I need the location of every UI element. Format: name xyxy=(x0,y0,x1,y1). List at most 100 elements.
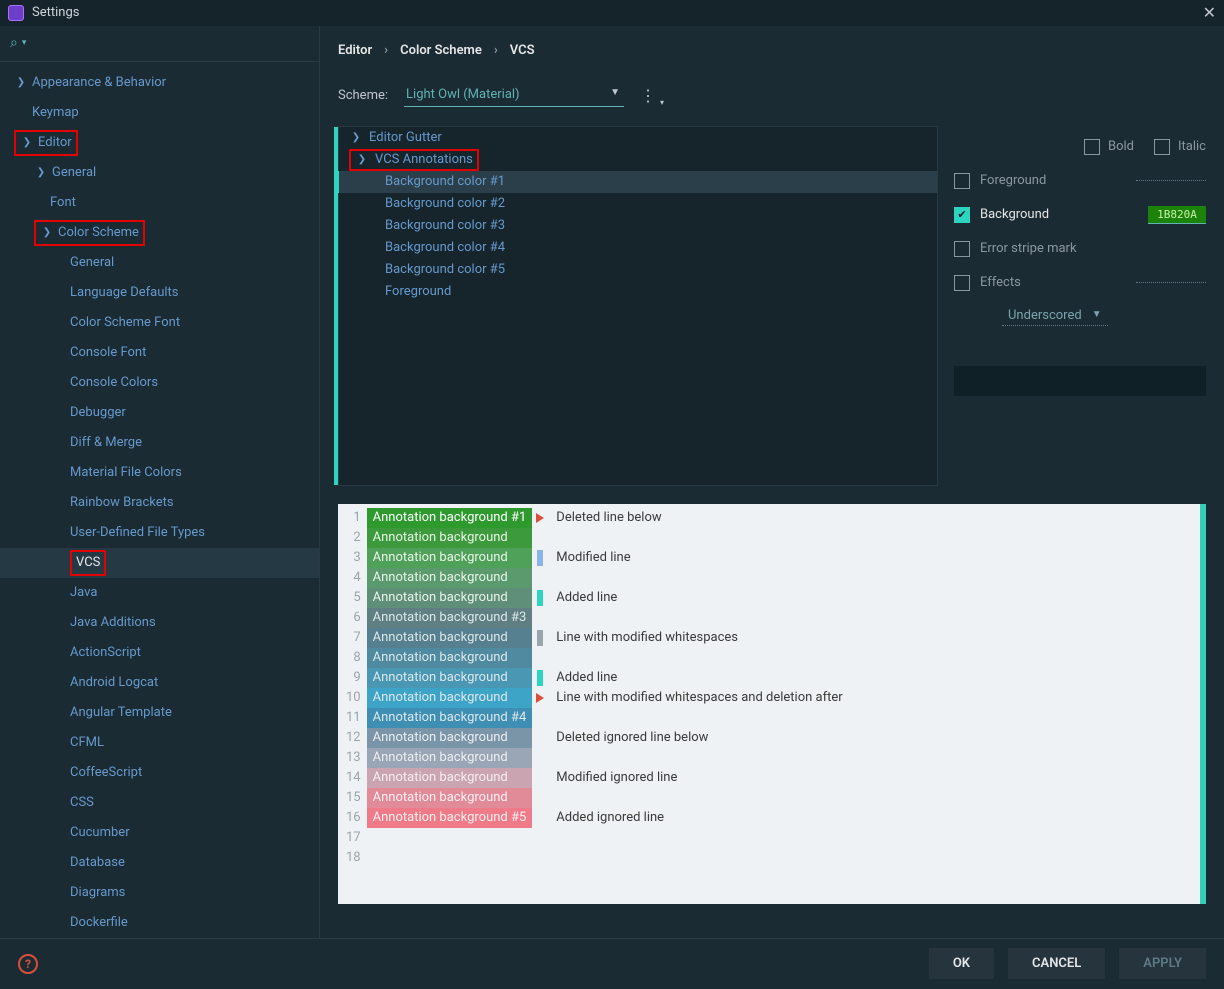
breadcrumb-item[interactable]: Color Scheme xyxy=(400,43,482,58)
background-checkbox[interactable]: ✔ xyxy=(954,207,970,223)
line-number: 17 xyxy=(346,828,361,848)
ok-button[interactable]: OK xyxy=(929,948,994,979)
attr-tree-row[interactable]: Background color #1 xyxy=(339,171,937,193)
settings-tree[interactable]: ❯Appearance & BehaviorKeymap❯Editor❯Gene… xyxy=(0,62,319,938)
annotation-cell: Annotation background xyxy=(367,668,533,688)
sidebar-item[interactable]: Color Scheme Font xyxy=(0,308,319,338)
foreground-swatch[interactable] xyxy=(1136,180,1206,181)
change-mark xyxy=(532,588,548,608)
change-marks xyxy=(532,504,548,904)
gear-icon[interactable]: ⋮ xyxy=(640,86,656,105)
annotation-cell: Annotation background #4 xyxy=(367,708,533,728)
sidebar-item[interactable]: Android Logcat xyxy=(0,668,319,698)
sidebar-item[interactable]: CFML xyxy=(0,728,319,758)
line-number: 2 xyxy=(346,528,361,548)
breadcrumb-item[interactable]: Editor xyxy=(338,43,372,58)
sidebar-item-label: Font xyxy=(50,195,76,210)
annotation-cell: Annotation background xyxy=(367,628,533,648)
foreground-row: Foreground xyxy=(954,164,1206,198)
error-stripe-label: Error stripe mark xyxy=(980,241,1077,256)
scheme-select[interactable]: Light Owl (Material) ▼ xyxy=(404,85,624,107)
font-style-row: Bold Italic xyxy=(954,130,1206,164)
sidebar-item[interactable]: ❯Color Scheme xyxy=(0,218,319,248)
sidebar-item[interactable]: CSS xyxy=(0,788,319,818)
sidebar-item[interactable]: Diff & Merge xyxy=(0,428,319,458)
sidebar-item-label: Android Logcat xyxy=(70,675,158,690)
attr-tree-row[interactable]: Background color #3 xyxy=(339,215,937,237)
sidebar-item[interactable]: Console Colors xyxy=(0,368,319,398)
sidebar-item[interactable]: Font xyxy=(0,188,319,218)
code-line xyxy=(556,828,842,848)
sidebar-item[interactable]: Cucumber xyxy=(0,818,319,848)
change-mark xyxy=(532,848,548,868)
sidebar-item-label: Cucumber xyxy=(70,825,130,840)
sidebar-item-label: Diagrams xyxy=(70,885,125,900)
sidebar-item[interactable]: CoffeeScript xyxy=(0,758,319,788)
effects-type-select[interactable]: Underscored ▼ xyxy=(1002,306,1108,326)
change-mark xyxy=(532,808,548,828)
attr-label: Background color #5 xyxy=(385,262,505,277)
code-line xyxy=(556,648,842,668)
sidebar-item[interactable]: User-Defined File Types xyxy=(0,518,319,548)
sidebar-item[interactable]: ❯General xyxy=(0,158,319,188)
effects-checkbox[interactable] xyxy=(954,275,970,291)
sidebar-item[interactable]: VCS xyxy=(0,548,319,578)
sidebar-item[interactable]: ❯Appearance & Behavior xyxy=(0,68,319,98)
annotation-cell: Annotation background xyxy=(367,568,533,588)
sidebar-item[interactable]: Angular Template xyxy=(0,698,319,728)
sidebar-item[interactable]: General xyxy=(0,248,319,278)
sidebar-item[interactable]: Material File Colors xyxy=(0,458,319,488)
sidebar-item[interactable]: Java xyxy=(0,578,319,608)
scrollbar[interactable] xyxy=(1200,504,1206,904)
sidebar-item[interactable]: Rainbow Brackets xyxy=(0,488,319,518)
foreground-checkbox[interactable] xyxy=(954,173,970,189)
attr-tree-row[interactable]: ❯Editor Gutter xyxy=(339,127,937,149)
attribute-tree[interactable]: ❯Editor Gutter❯VCS AnnotationsBackground… xyxy=(338,126,938,486)
sidebar-item-label: Console Font xyxy=(70,345,146,360)
help-icon[interactable]: ? xyxy=(18,954,38,974)
attr-tree-row[interactable]: ❯VCS Annotations xyxy=(339,149,937,171)
sidebar-item-label: Database xyxy=(70,855,125,870)
sidebar-item[interactable]: Console Font xyxy=(0,338,319,368)
sidebar-item[interactable]: Language Defaults xyxy=(0,278,319,308)
effects-type-value: Underscored xyxy=(1008,308,1082,323)
sidebar-item[interactable]: Keymap xyxy=(0,98,319,128)
sidebar-item[interactable]: Database xyxy=(0,848,319,878)
change-mark xyxy=(532,708,548,728)
italic-checkbox[interactable] xyxy=(1154,139,1170,155)
attr-tree-row[interactable]: Background color #2 xyxy=(339,193,937,215)
change-mark xyxy=(532,508,548,528)
attr-label: Background color #4 xyxy=(385,240,505,255)
effects-swatch[interactable] xyxy=(1136,282,1206,283)
background-swatch[interactable]: 1B820A xyxy=(1148,206,1206,224)
bold-checkbox[interactable] xyxy=(1084,139,1100,155)
breadcrumb-item[interactable]: VCS xyxy=(510,43,535,58)
property-panel: Bold Italic Foreground ✔ Background 1B82… xyxy=(954,126,1206,486)
apply-button[interactable]: APPLY xyxy=(1119,948,1206,979)
sidebar-item[interactable]: Debugger xyxy=(0,398,319,428)
annotation-cell: Annotation background #1 xyxy=(367,508,533,528)
preview-editor[interactable]: 123456789101112131415161718 Annotation b… xyxy=(338,504,1206,904)
close-icon[interactable]: ✕ xyxy=(1203,3,1216,22)
search-row[interactable]: ⌕▾ xyxy=(0,26,319,62)
sidebar-item-label: General xyxy=(52,165,96,180)
sidebar-item[interactable]: ActionScript xyxy=(0,638,319,668)
background-label: Background xyxy=(980,207,1049,222)
sidebar-item[interactable]: Java Additions xyxy=(0,608,319,638)
main-panel: Editor › Color Scheme › VCS Scheme: Ligh… xyxy=(320,26,1224,938)
change-mark xyxy=(532,548,548,568)
attr-tree-row[interactable]: Background color #5 xyxy=(339,259,937,281)
annotation-cell: Annotation background xyxy=(367,648,533,668)
annotation-column: Annotation background #1 Annotation backg… xyxy=(367,504,533,904)
bold-label: Bold xyxy=(1108,139,1134,154)
error-stripe-checkbox[interactable] xyxy=(954,241,970,257)
sidebar-item[interactable]: Diagrams xyxy=(0,878,319,908)
line-number: 14 xyxy=(346,768,361,788)
sidebar-item[interactable]: ❯Editor xyxy=(0,128,319,158)
code-line: Deleted line below xyxy=(556,508,842,528)
attr-tree-row[interactable]: Background color #4 xyxy=(339,237,937,259)
cancel-button[interactable]: CANCEL xyxy=(1008,948,1105,979)
attr-tree-row[interactable]: Foreground xyxy=(339,281,937,303)
sidebar-item[interactable]: Dockerfile xyxy=(0,908,319,938)
effects-row: Effects xyxy=(954,266,1206,300)
